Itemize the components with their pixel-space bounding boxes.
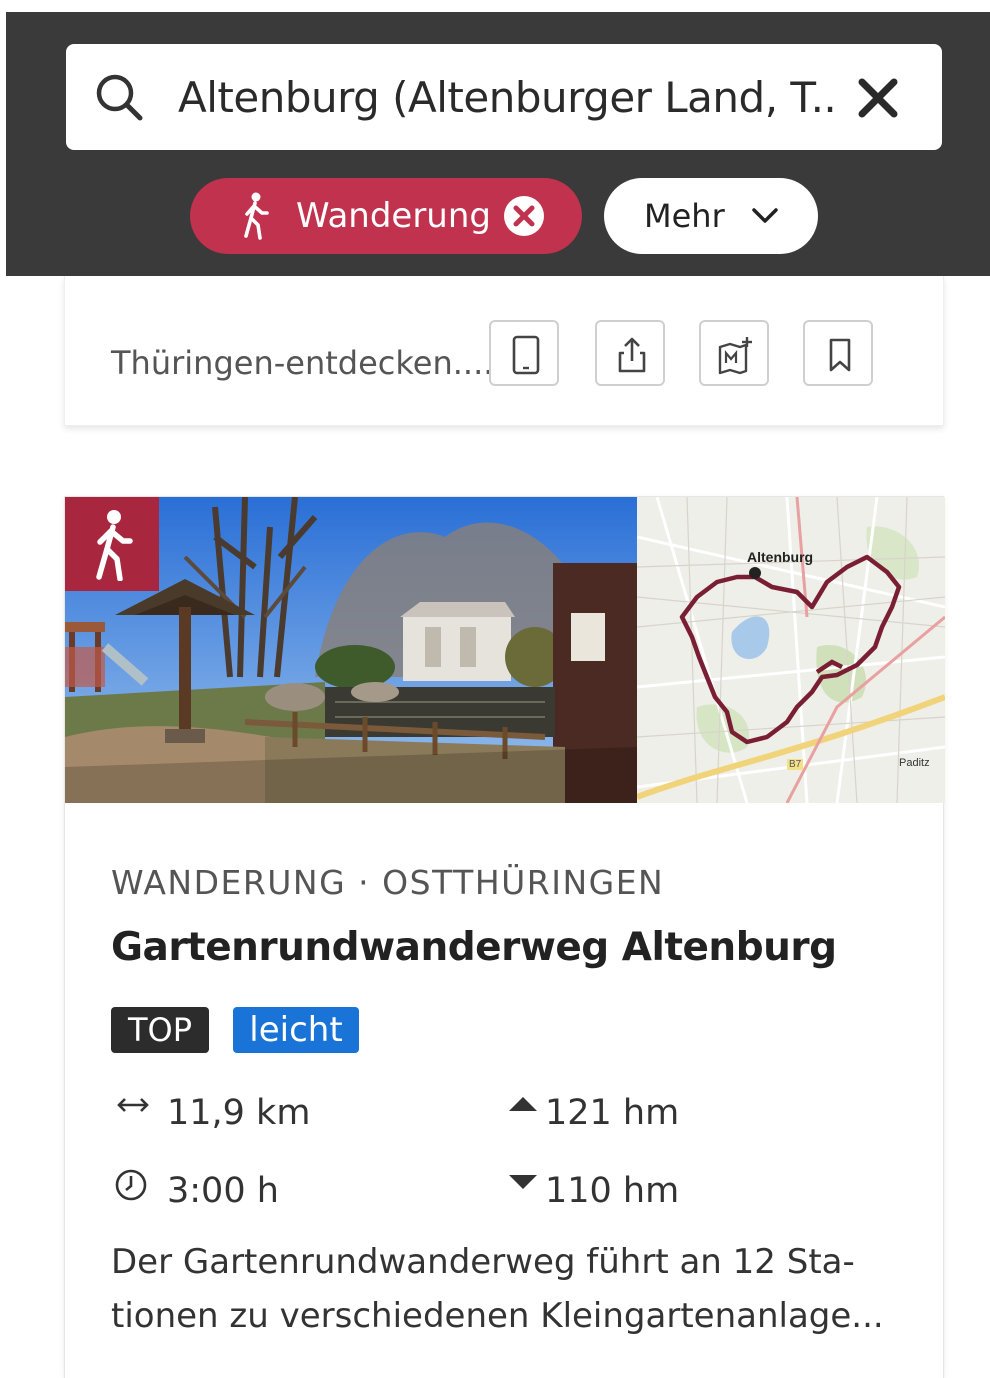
top-badge: TOP bbox=[111, 1007, 209, 1053]
search-input[interactable]: Altenburg (Altenburger Land, T... bbox=[178, 70, 838, 126]
clock-icon bbox=[115, 1169, 147, 1201]
distance-stat: 11,9 km bbox=[115, 1089, 415, 1137]
search-icon bbox=[96, 74, 143, 121]
descent-stat: 110 hm bbox=[505, 1167, 805, 1215]
source-label: Thüringen-entdecken.... bbox=[111, 344, 494, 382]
search-header: Altenburg (Altenburger Land, T... Wander… bbox=[6, 12, 990, 276]
tour-photo[interactable] bbox=[65, 497, 637, 803]
distance-value: 11,9 km bbox=[167, 1093, 311, 1133]
arrows-horizontal-icon bbox=[117, 1098, 149, 1112]
tour-title[interactable]: Gartenrundwanderweg Altenburg bbox=[111, 925, 837, 970]
smartphone-icon bbox=[512, 335, 540, 375]
duration-stat: 3:00 h bbox=[115, 1167, 415, 1215]
tour-description: Der Gartenrundwanderweg führt an 12 Sta-… bbox=[111, 1242, 884, 1336]
search-bar[interactable]: Altenburg (Altenburger Land, T... bbox=[66, 44, 942, 150]
add-to-map-button[interactable] bbox=[699, 320, 769, 386]
tour-map[interactable]: Altenburg B7 Paditz bbox=[637, 497, 945, 803]
filter-chip-hiking[interactable]: Wanderung bbox=[190, 178, 582, 254]
map-add-icon bbox=[718, 337, 752, 375]
filter-chip-label: Wanderung bbox=[296, 196, 491, 236]
map-town-label: Altenburg bbox=[747, 549, 814, 565]
triangle-up-icon bbox=[509, 1097, 537, 1111]
chevron-down-icon bbox=[752, 208, 778, 223]
hiking-type-badge bbox=[65, 497, 159, 591]
share-icon bbox=[618, 337, 646, 373]
hiker-icon bbox=[244, 192, 269, 240]
share-button[interactable] bbox=[595, 320, 665, 386]
difficulty-badge: leicht bbox=[233, 1007, 359, 1053]
duration-value: 3:00 h bbox=[167, 1171, 279, 1211]
descent-value: 110 hm bbox=[545, 1171, 680, 1211]
more-filters-button[interactable]: Mehr bbox=[604, 178, 818, 254]
more-filters-label: Mehr bbox=[644, 197, 725, 235]
hiker-icon bbox=[96, 510, 133, 581]
tour-card-previous: Thüringen-entdecken.... bbox=[64, 276, 944, 426]
triangle-down-icon bbox=[509, 1175, 537, 1189]
close-icon[interactable] bbox=[856, 76, 900, 120]
tour-card[interactable]: Altenburg B7 Paditz WANDERUNG · OSTTHÜRI… bbox=[64, 496, 945, 1378]
mobile-view-button[interactable] bbox=[489, 320, 559, 386]
map-road-label: B7 bbox=[787, 759, 804, 770]
remove-filter-icon[interactable] bbox=[502, 194, 546, 238]
ascent-stat: 121 hm bbox=[505, 1089, 805, 1137]
ascent-value: 121 hm bbox=[545, 1093, 680, 1133]
map-place-label: Paditz bbox=[899, 757, 930, 769]
bookmark-icon bbox=[829, 338, 851, 372]
tour-category: WANDERUNG · OSTTHÜRINGEN bbox=[111, 863, 665, 902]
bookmark-button[interactable] bbox=[803, 320, 873, 386]
